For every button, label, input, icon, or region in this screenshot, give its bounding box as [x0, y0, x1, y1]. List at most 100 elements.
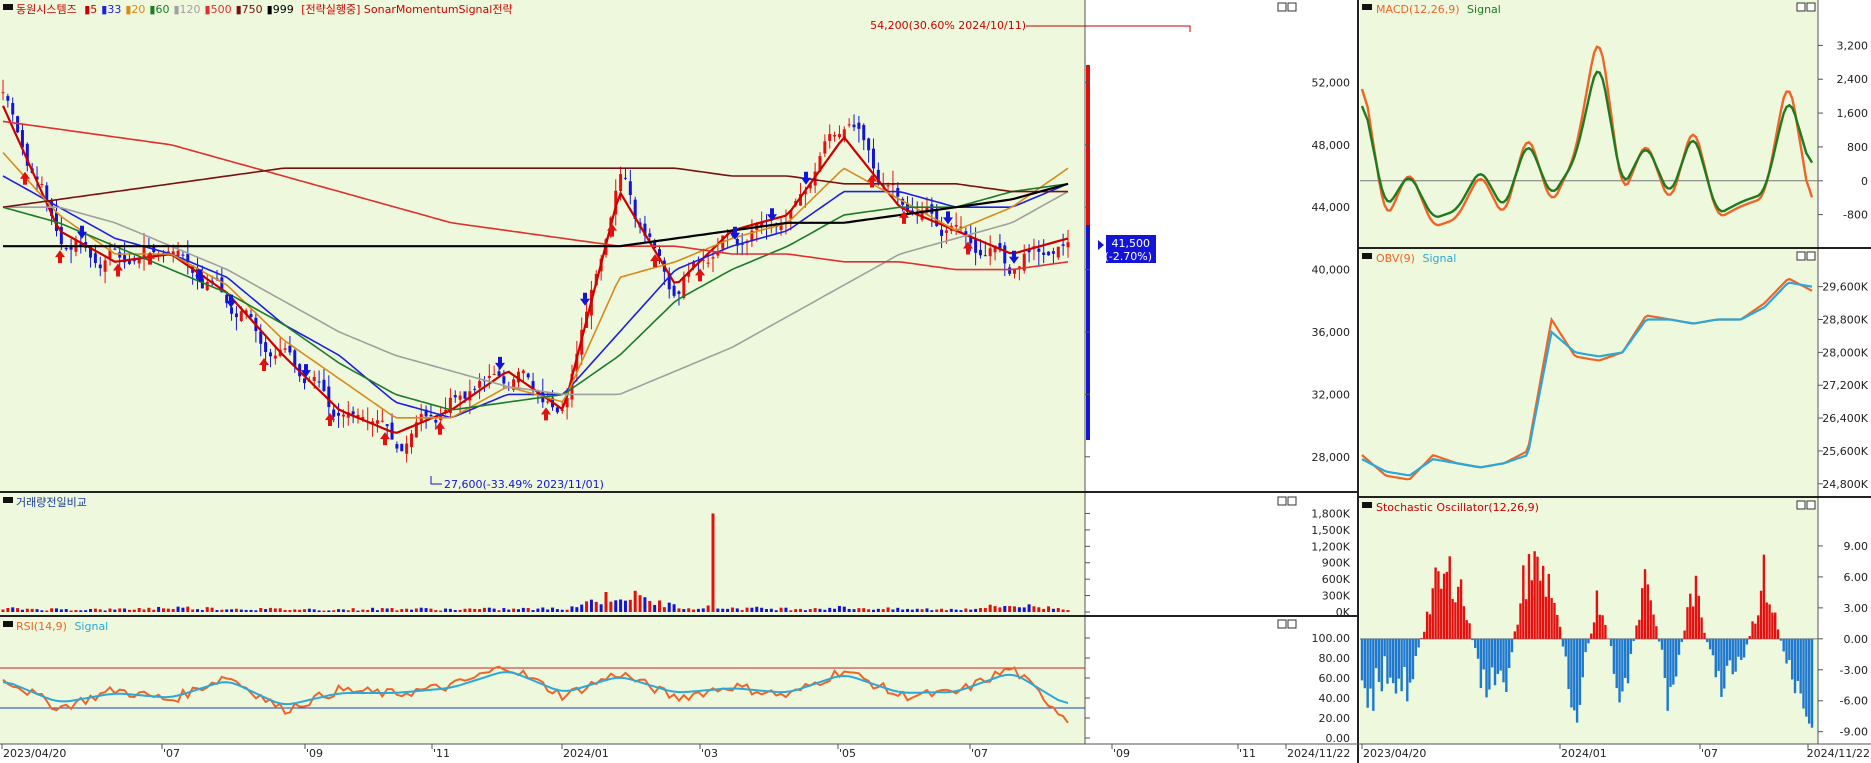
- volume-bar: [259, 607, 263, 612]
- stoch-bar: [1590, 633, 1593, 639]
- volume-bar: [658, 600, 662, 612]
- volume-bar: [779, 607, 783, 612]
- candle-body: [69, 247, 73, 250]
- macd-axis-label: 2,400: [1837, 73, 1869, 86]
- stoch-bar: [1734, 638, 1737, 672]
- price-change: (-2.70%): [1105, 250, 1153, 263]
- stoch-bar: [1742, 638, 1746, 658]
- stoch-bar: [1567, 638, 1570, 690]
- volume-bar: [254, 610, 258, 612]
- volume-bar: [16, 608, 20, 612]
- volume-bar: [531, 610, 535, 612]
- volume-bar: [735, 608, 739, 612]
- stoch-bar: [1748, 636, 1751, 639]
- volume-bar: [551, 607, 555, 612]
- volume-bar: [123, 608, 127, 612]
- volume-bar: [580, 604, 584, 612]
- stoch-bar: [1451, 598, 1454, 639]
- stoch-bar: [1448, 556, 1451, 639]
- panel-menu-icon[interactable]: [1362, 253, 1372, 259]
- candle-body: [93, 253, 97, 264]
- volume-bar: [857, 608, 861, 612]
- panel-menu-icon[interactable]: [1362, 502, 1372, 508]
- stoch-bar: [1462, 606, 1466, 639]
- volume-bar: [181, 607, 185, 612]
- panel-menu-icon[interactable]: [1362, 4, 1372, 10]
- obv-axis-label: 28,800K: [1822, 314, 1868, 327]
- stoch-bar: [1406, 638, 1409, 702]
- stoch-bar: [1510, 638, 1514, 653]
- stoch-bar: [1598, 614, 1601, 639]
- volume-bar: [940, 608, 944, 612]
- stoch-bar: [1474, 638, 1477, 649]
- volume-bar: [696, 608, 700, 612]
- stoch-bar: [1397, 638, 1400, 679]
- volume-bar: [546, 609, 550, 612]
- macd-signal-label: Signal: [1467, 3, 1501, 16]
- date-label-right: '07: [1701, 747, 1718, 760]
- volume-bar: [132, 609, 136, 612]
- volume-bar: [98, 609, 102, 612]
- stoch-bar: [1360, 638, 1364, 681]
- volume-bar: [113, 609, 117, 612]
- macd-axis-label: -800: [1843, 209, 1868, 222]
- candle-body: [380, 420, 384, 422]
- volume-bar: [30, 608, 34, 612]
- volume-bar: [453, 610, 457, 612]
- rsi-title-text: RSI(14,9) Signal: [16, 620, 108, 633]
- volume-bar: [366, 610, 370, 612]
- volume-bar: [604, 592, 608, 612]
- price-axis-label: 48,000: [1312, 139, 1351, 152]
- candle-body: [205, 281, 209, 291]
- stoch-bar: [1408, 638, 1412, 683]
- stoch-bar: [1612, 638, 1616, 674]
- volume-panel-title: 거래량전일비교: [3, 495, 87, 509]
- stoch-bar: [1524, 599, 1528, 639]
- stoch-bar: [1457, 586, 1460, 639]
- candle-body: [312, 376, 316, 381]
- candle-body: [677, 291, 681, 294]
- volume-bar: [886, 607, 890, 612]
- stoch-bar: [1759, 590, 1763, 639]
- stoch-bar: [1414, 638, 1417, 657]
- volume-bar: [215, 610, 219, 612]
- candle-body: [6, 96, 10, 101]
- stoch-bar: [1680, 638, 1684, 642]
- volume-bar: [881, 609, 885, 612]
- stoch-bar: [1374, 638, 1378, 669]
- volume-bar: [1022, 607, 1026, 612]
- stoch-bar: [1810, 638, 1814, 728]
- volume-bar: [424, 608, 428, 612]
- volume-bar: [478, 609, 482, 612]
- obv-axis-label: 26,400K: [1822, 412, 1868, 425]
- volume-bar: [570, 606, 574, 612]
- volume-bar: [1032, 606, 1036, 612]
- volume-bar: [871, 609, 875, 612]
- panel-menu-icon[interactable]: [3, 4, 13, 10]
- volume-bar: [619, 599, 623, 612]
- stoch-bar: [1601, 615, 1604, 639]
- candle-body: [1013, 269, 1017, 274]
- candle-body: [492, 374, 496, 376]
- candle-body: [113, 248, 117, 250]
- volume-bar: [862, 608, 866, 612]
- candle-body: [886, 185, 890, 187]
- candle-body: [847, 124, 851, 126]
- stoch-bar: [1496, 638, 1500, 674]
- strategy-label: [전략실행중] SonarMomentumSignal전략: [301, 3, 512, 16]
- panel-menu-icon[interactable]: [3, 621, 13, 627]
- panel-menu-icon[interactable]: [3, 497, 13, 503]
- candle-body: [400, 443, 404, 452]
- volume-bar: [536, 608, 540, 612]
- volume-bar: [876, 608, 880, 612]
- volume-bar: [137, 608, 141, 612]
- volume-bar: [268, 607, 272, 612]
- low-annotation: 27,600(-33.49% 2023/11/01): [444, 478, 604, 491]
- volume-bar: [196, 609, 200, 612]
- volume-bar: [45, 610, 49, 612]
- macd-axis-label: 3,200: [1837, 39, 1869, 52]
- stoch-bar: [1788, 638, 1791, 661]
- date-label-main: '11: [433, 747, 450, 760]
- candle-body: [264, 342, 268, 353]
- ma-legend-750: 750: [242, 3, 263, 16]
